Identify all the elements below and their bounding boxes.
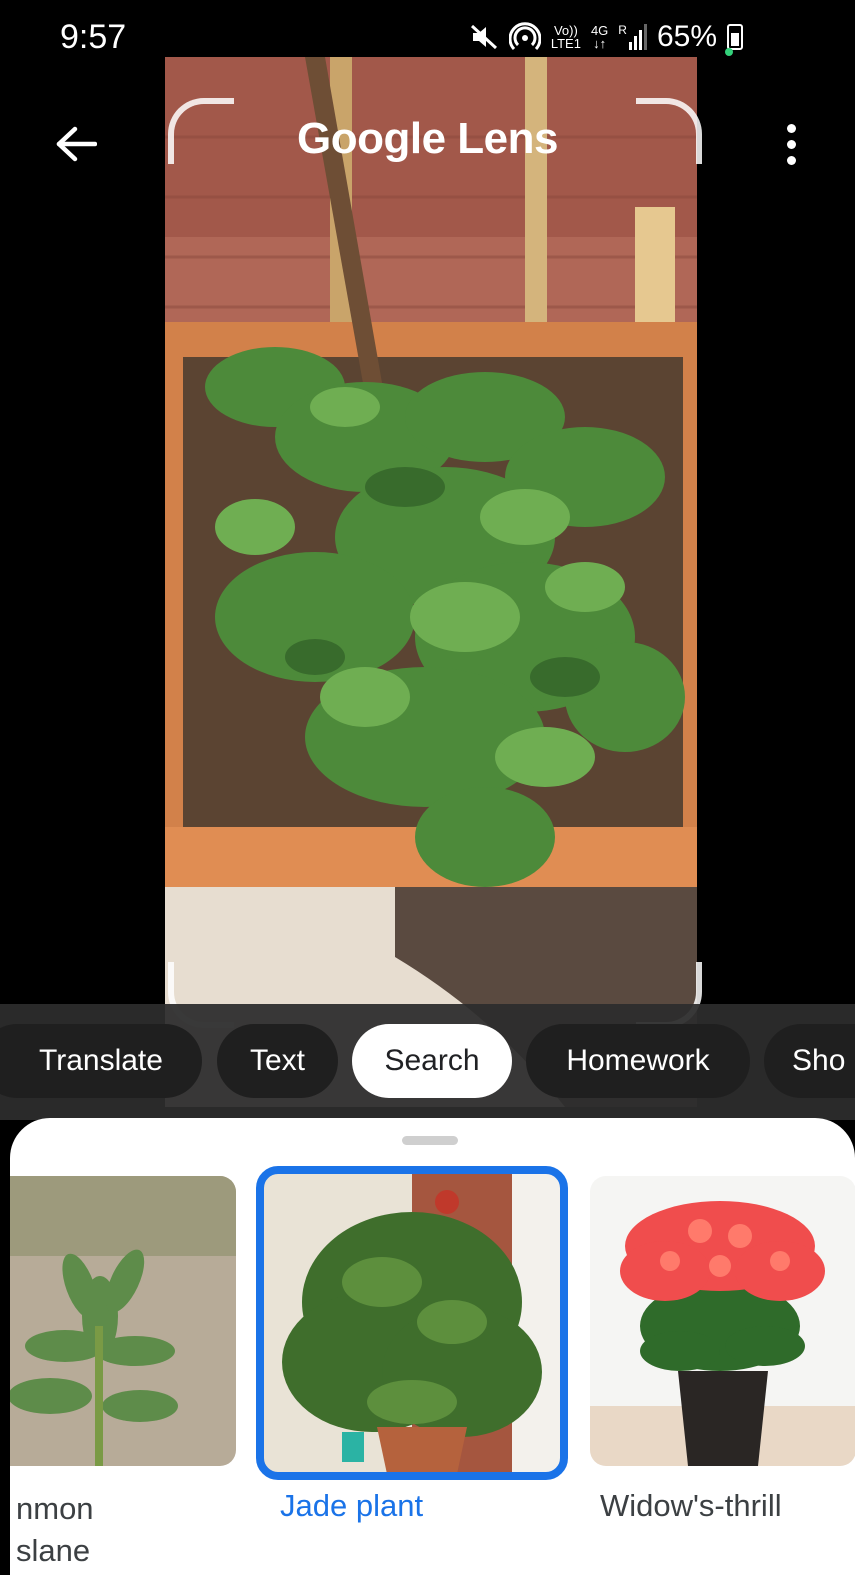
more-vert-icon (786, 123, 796, 133)
lens-header: Google Lens (0, 100, 855, 190)
more-vert-icon-dot (786, 139, 796, 149)
jade-plant-thumbnail (262, 1172, 562, 1474)
result-label-jade-plant[interactable]: Jade plant (280, 1488, 423, 1524)
battery-percent: 65% (656, 20, 717, 53)
mode-selector: Translate Text Search Homework Sho (0, 1004, 855, 1120)
results-sheet[interactable]: nmon slane Jade plant Widow's-thrill (10, 1118, 855, 1575)
volte-indicator: Vo)) LTE1 (551, 24, 581, 50)
status-bar: 9:57 Vo)) LTE1 4G ↓↑ R 65% (0, 0, 855, 88)
network-gen-indicator: 4G ↓↑ (591, 24, 608, 50)
sheet-drag-handle[interactable] (402, 1136, 458, 1145)
result-card-purslane[interactable] (10, 1176, 236, 1466)
mute-icon (470, 24, 497, 50)
captured-photo[interactable] (165, 57, 697, 1107)
result-label-line-2: slane (16, 1533, 91, 1568)
result-card-jade-plant[interactable] (256, 1166, 568, 1480)
google-lens-screen: 9:57 Vo)) LTE1 4G ↓↑ R 65% Google Lens T… (0, 0, 855, 1575)
roaming-label: R (618, 23, 627, 37)
signal-icon: R (618, 24, 647, 50)
result-card-widows-thrill[interactable] (590, 1176, 855, 1466)
mode-translate-chip[interactable]: Translate (0, 1024, 202, 1098)
privacy-indicator-dot (725, 48, 733, 56)
battery-icon (727, 24, 743, 50)
mode-search-chip[interactable]: Search (352, 1024, 512, 1098)
status-icons: Vo)) LTE1 4G ↓↑ R 65% (469, 20, 743, 54)
result-label-widows-thrill[interactable]: Widow's-thrill (600, 1488, 782, 1524)
plant-photo-image (165, 57, 697, 1107)
mode-text-chip[interactable]: Text (217, 1024, 338, 1098)
widows-thrill-thumbnail (590, 1176, 855, 1466)
app-title: Google Lens (297, 114, 558, 163)
status-time: 9:57 (60, 18, 127, 56)
result-label-purslane[interactable]: nmon slane (16, 1488, 94, 1572)
more-options-button[interactable] (773, 112, 809, 176)
data-arrows-label: ↓↑ (593, 36, 607, 51)
mode-homework-chip[interactable]: Homework (526, 1024, 750, 1098)
result-label-line-1: nmon (16, 1491, 94, 1526)
purslane-thumbnail (10, 1176, 236, 1466)
hotspot-icon (508, 22, 541, 51)
volte-bottom-label: LTE1 (550, 36, 581, 51)
more-vert-icon-dot (786, 155, 796, 165)
mode-shopping-chip[interactable]: Sho (764, 1024, 855, 1098)
